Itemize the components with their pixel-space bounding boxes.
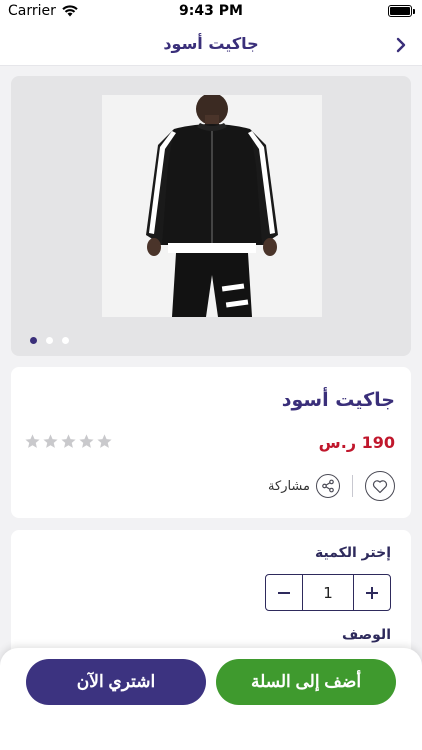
share-icon-circle [316, 474, 340, 498]
product-info-card: جاكيت أسود 190 ر.س مشاركة [11, 367, 411, 518]
share-icon [322, 479, 334, 493]
share-button[interactable]: مشاركة [268, 474, 340, 498]
heart-icon [372, 479, 388, 493]
quantity-label: إختر الكمية [315, 545, 391, 561]
minus-icon [278, 591, 290, 594]
gallery-pagination [30, 337, 69, 344]
pagination-dot[interactable] [30, 337, 37, 344]
description-label: الوصف [341, 627, 391, 643]
bottom-action-bar: اشتري الآن أضف إلى السلة [0, 648, 422, 750]
star-icon [25, 434, 40, 448]
decrement-button[interactable] [266, 575, 302, 610]
product-image [102, 93, 322, 317]
product-gallery[interactable] [11, 76, 411, 356]
pagination-dot[interactable] [46, 337, 53, 344]
plus-icon [366, 586, 378, 599]
product-price: 190 ر.س [318, 433, 395, 452]
favorite-button[interactable] [365, 471, 395, 501]
star-icon [97, 434, 112, 448]
star-icon [43, 434, 58, 448]
increment-button[interactable] [354, 575, 390, 610]
nav-bar: جاكيت أسود [0, 24, 422, 66]
status-bar: Carrier 9:43 PM [0, 0, 422, 24]
buy-now-button[interactable]: اشتري الآن [26, 659, 206, 705]
share-label: مشاركة [268, 478, 310, 494]
quantity-value[interactable]: 1 [302, 575, 354, 610]
rating-stars [24, 433, 113, 450]
status-time: 9:43 PM [179, 3, 243, 19]
divider [352, 475, 353, 497]
battery-icon [388, 5, 415, 17]
star-icon [79, 434, 94, 448]
star-icon [61, 434, 76, 448]
pagination-dot[interactable] [62, 337, 69, 344]
add-to-cart-button[interactable]: أضف إلى السلة [216, 659, 396, 705]
product-actions: مشاركة [268, 471, 395, 501]
quantity-stepper: 1 [265, 574, 391, 611]
page-title: جاكيت أسود [163, 34, 259, 53]
chevron-right-icon[interactable] [392, 36, 410, 54]
product-title: جاكيت أسود [281, 389, 395, 411]
